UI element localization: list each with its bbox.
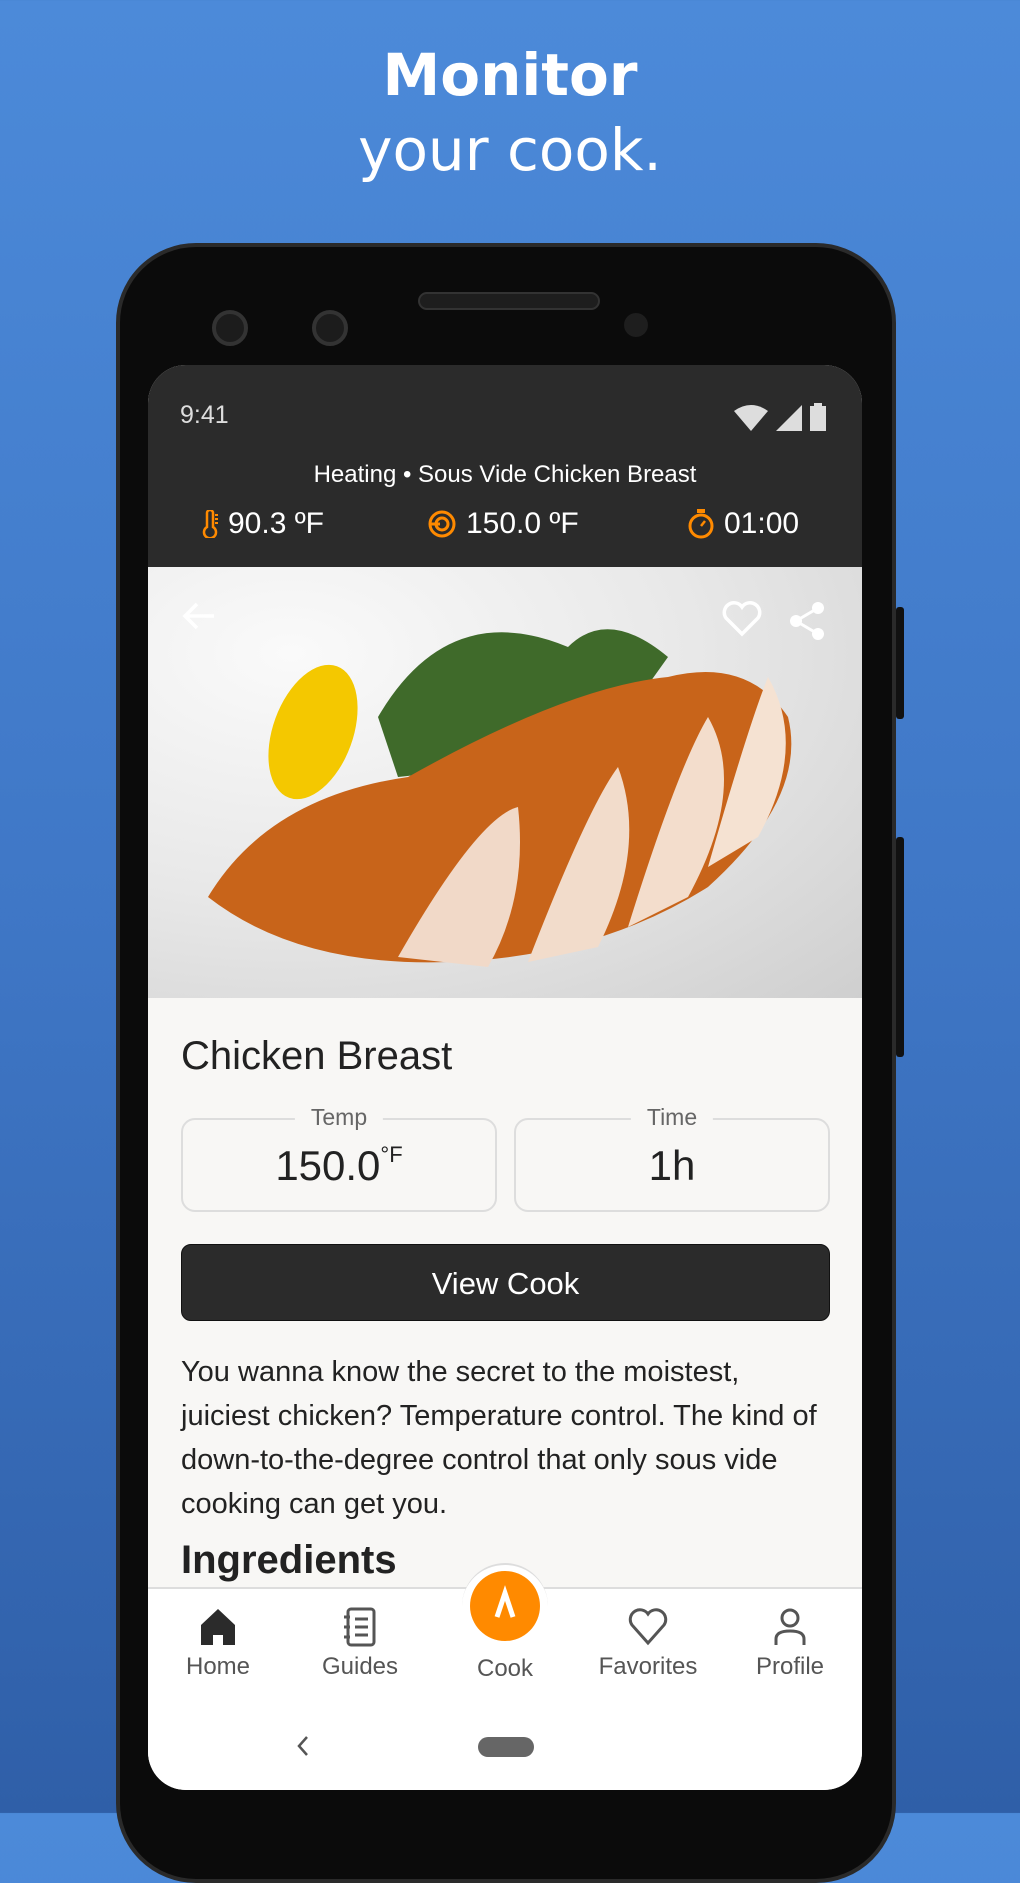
nav-home[interactable]: Home [158, 1607, 278, 1681]
guides-icon [344, 1607, 376, 1647]
recipe-photo [148, 567, 862, 998]
current-temp: 90.3 ºF [202, 507, 324, 541]
system-home-pill[interactable] [478, 1737, 534, 1757]
app-screen: 9:41 Heating • Sous Vide Chicken Breast … [148, 365, 862, 1790]
ingredients-heading: Ingredients [181, 1538, 397, 1582]
system-back-icon[interactable] [296, 1735, 310, 1757]
sensor [624, 313, 648, 337]
target-icon [428, 510, 456, 538]
profile-icon [774, 1608, 806, 1645]
time-value: 1h [648, 1142, 696, 1189]
view-cook-button[interactable]: View Cook [181, 1244, 830, 1321]
hero-title: Monitor [382, 41, 638, 109]
home-icon [201, 1609, 235, 1645]
recipe-title: Chicken Breast [181, 1034, 453, 1078]
system-icons [734, 403, 826, 431]
cook-button-wrap [462, 1563, 548, 1649]
nav-profile[interactable]: Profile [730, 1607, 850, 1681]
cook-status-text: Heating • Sous Vide Chicken Breast [313, 461, 697, 488]
nav-guides[interactable]: Guides [300, 1607, 420, 1681]
temp-box: Temp 150.0°F [181, 1104, 497, 1212]
cook-button[interactable] [470, 1571, 540, 1641]
hero-subtitle: your cook. [358, 116, 662, 184]
speaker [418, 292, 600, 310]
timer-icon [688, 509, 714, 539]
wifi-icon [734, 405, 768, 431]
cook-icon [494, 1585, 516, 1618]
bottom-nav: Home Guides Cook Favorites Profile [148, 1563, 862, 1790]
share-icon[interactable] [788, 601, 826, 641]
nav-favorites[interactable]: Favorites [588, 1607, 708, 1681]
temp-value: 150.0 [275, 1142, 381, 1189]
recipe-description: You wanna know the secret to the moistes… [181, 1356, 817, 1520]
camera-icon [312, 310, 348, 346]
cook-header[interactable]: 9:41 Heating • Sous Vide Chicken Breast … [148, 365, 862, 567]
signal-icon [776, 405, 802, 431]
battery-icon [810, 403, 826, 431]
temp-label: Temp [294, 1104, 384, 1131]
timer: 01:00 [688, 507, 799, 541]
time-box: Time 1h [514, 1104, 830, 1212]
heart-icon [628, 1608, 668, 1646]
target-temp: 150.0 ºF [428, 507, 579, 541]
volume-button [896, 837, 904, 1057]
hero: Monitor your cook. [0, 38, 1020, 188]
power-button [896, 607, 904, 719]
nav-cook[interactable]: Cook [445, 1655, 565, 1683]
camera-icon [212, 310, 248, 346]
status-time: 9:41 [180, 401, 229, 429]
favorite-heart-icon[interactable] [722, 601, 762, 637]
temp-unit: °F [380, 1142, 403, 1167]
thermometer-icon [202, 510, 218, 538]
back-arrow-icon[interactable] [182, 601, 216, 631]
time-label: Time [630, 1104, 714, 1131]
